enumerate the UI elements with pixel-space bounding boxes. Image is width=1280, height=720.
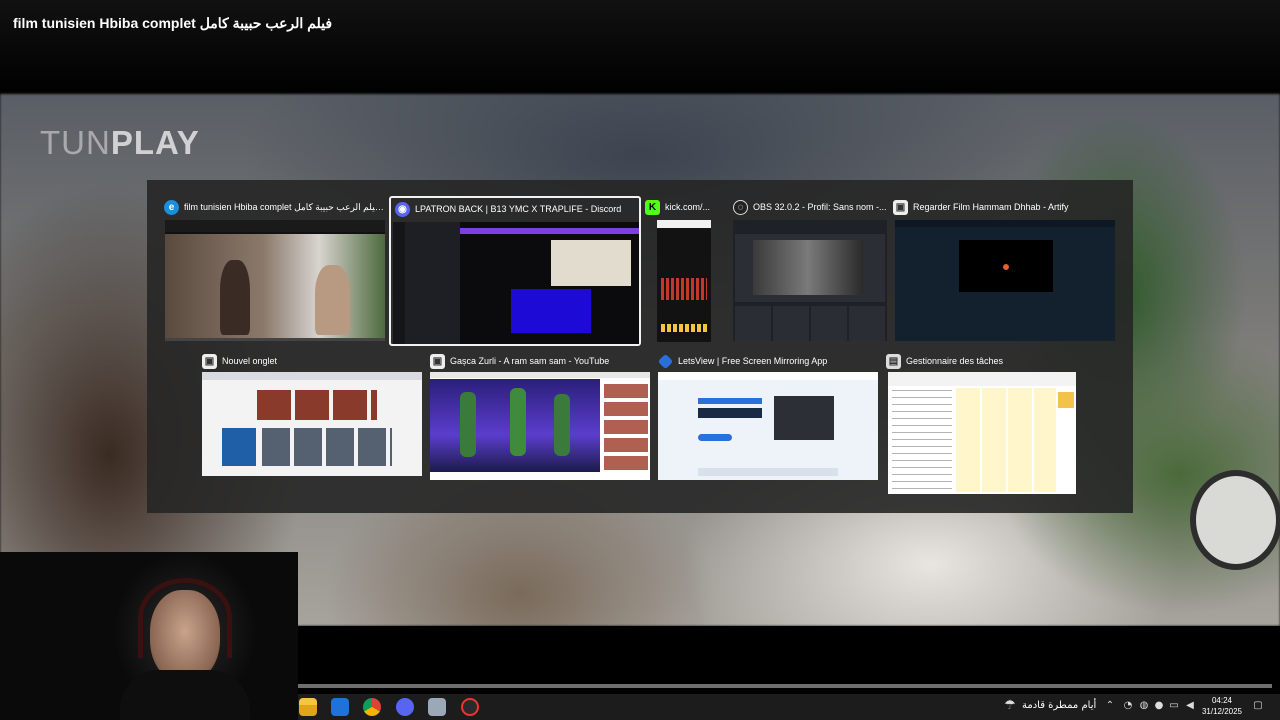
taskbar-date[interactable]: 31/12/2025 (1196, 707, 1248, 716)
taskbar-time[interactable]: 04:24 (1202, 696, 1242, 705)
switcher-window-edge-video[interactable]: e film tunisien Hbiba complet فيلم الرعب… (164, 198, 386, 343)
display-icon[interactable]: ▭ (1168, 700, 1180, 712)
channel-watermark: TUNPLAY (40, 124, 200, 162)
file-explorer-icon[interactable] (299, 698, 317, 716)
microphone-icon[interactable]: ● (1153, 700, 1165, 712)
window-title: LPATRON BACK | B13 YMC X TRAPLIFE - Disc… (415, 204, 622, 214)
kick-icon: K (645, 199, 660, 215)
window-thumbnail (888, 372, 1076, 494)
wall-clock-image (1190, 470, 1280, 570)
browser-tab-icon: ▣ (202, 353, 217, 369)
discord-icon[interactable] (396, 698, 414, 716)
window-title: Nouvel onglet (222, 356, 278, 366)
window-title: Gestionnaire des tâches (906, 356, 1004, 366)
switcher-window-obs[interactable]: ◌ OBS 32.0.2 - Profil: Sans nom -... (733, 198, 889, 343)
notifications-icon[interactable]: ▢ (1252, 700, 1264, 712)
window-title: kick.com/... (665, 202, 711, 212)
switcher-window-artify[interactable]: ▣ Regarder Film Hammam Dhhab - Artify (893, 198, 1115, 343)
obs-icon[interactable] (461, 698, 479, 716)
switcher-window-new-tab[interactable]: ▣ Nouvel onglet (202, 352, 424, 480)
weather-text[interactable]: أيام ممطرة قادمة (1022, 700, 1096, 711)
streamer-face-image (150, 590, 220, 682)
streamer-body-image (120, 670, 250, 720)
remote-desktop-icon[interactable] (428, 698, 446, 716)
obs-icon: ◌ (733, 199, 748, 215)
window-title: Gașca Zurli - A ram sam sam - YouTube (450, 356, 610, 366)
video-progress-bar[interactable] (298, 684, 1272, 688)
window-thumbnail (658, 372, 878, 480)
task-manager-icon: ▤ (886, 353, 901, 369)
discord-icon: ◉ (395, 201, 410, 217)
window-switcher: e film tunisien Hbiba complet فيلم الرعب… (147, 180, 1133, 513)
watermark-light-text: TUN (40, 124, 111, 161)
switcher-window-task-manager[interactable]: ▤ Gestionnaire des tâches (886, 352, 1078, 496)
window-title: LetsView | Free Screen Mirroring App (678, 356, 828, 366)
mail-icon[interactable] (331, 698, 349, 716)
network-icon[interactable]: ◔ (1122, 700, 1134, 712)
speaker-icon[interactable]: ◀ (1184, 700, 1196, 712)
letsview-icon (658, 353, 674, 369)
window-title: film tunisien Hbiba complet فيلم الرعب ح… (184, 201, 386, 212)
video-title-bar: film tunisien Hbiba complet فيلم الرعب ح… (0, 0, 1280, 94)
window-thumbnail (202, 372, 422, 476)
switcher-window-youtube[interactable]: ▣ Gașca Zurli - A ram sam sam - YouTube (430, 352, 652, 480)
window-title: Regarder Film Hammam Dhhab - Artify (913, 202, 1069, 212)
chrome-icon[interactable] (363, 698, 381, 716)
weather-rain-icon[interactable]: ☂ (1002, 698, 1018, 714)
chevron-up-icon[interactable]: ⌃ (1104, 700, 1116, 712)
window-thumbnail (733, 220, 887, 341)
video-title: film tunisien Hbiba complet فيلم الرعب ح… (13, 15, 333, 31)
switcher-window-discord[interactable]: ◉ LPATRON BACK | B13 YMC X TRAPLIFE - Di… (389, 196, 641, 346)
browser-tab-icon: ▣ (430, 353, 445, 369)
window-thumbnail (165, 220, 385, 341)
window-title: OBS 32.0.2 - Profil: Sans nom -... (753, 202, 887, 212)
screen: film tunisien Hbiba complet فيلم الرعب ح… (0, 0, 1280, 720)
window-thumbnail (895, 220, 1115, 341)
window-thumbnail (657, 220, 711, 342)
headset-icon[interactable]: ◍ (1138, 700, 1150, 712)
edge-icon: e (164, 199, 179, 215)
switcher-window-letsview[interactable]: LetsView | Free Screen Mirroring App (658, 352, 880, 480)
switcher-window-kick[interactable]: K kick.com/... (645, 198, 713, 343)
watermark-bold-text: PLAY (110, 124, 200, 161)
window-thumbnail (393, 222, 639, 344)
window-thumbnail (430, 372, 650, 480)
browser-tab-icon: ▣ (893, 199, 908, 215)
